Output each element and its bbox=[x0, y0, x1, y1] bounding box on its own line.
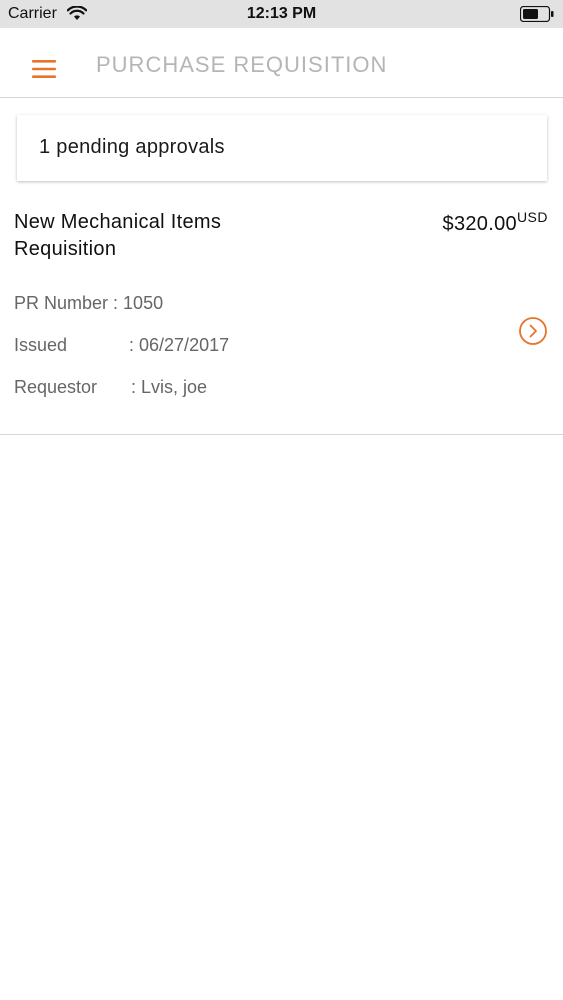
clock-label: 12:13 PM bbox=[246, 5, 317, 22]
page-title: PURCHASE REQUISITION bbox=[96, 52, 388, 77]
menu-button[interactable] bbox=[22, 48, 66, 86]
requestor-row: Requestor : Lvis, joe bbox=[14, 377, 207, 398]
requestor-value: : Lvis, joe bbox=[131, 377, 208, 397]
chevron-right-circle-icon[interactable] bbox=[518, 316, 548, 346]
pending-approvals-text: 1 pending approvals bbox=[39, 136, 225, 158]
issued-row: Issued : 06/27/2017 bbox=[14, 335, 229, 356]
screen: Carrier 12:13 PM PURCHASE REQUISITION 1 … bbox=[0, 0, 563, 1000]
requisition-amount: $320.00USD bbox=[443, 209, 548, 236]
issued-label: Issued bbox=[14, 335, 68, 355]
issued-value: : 06/27/2017 bbox=[129, 335, 230, 355]
status-bar: Carrier 12:13 PM bbox=[0, 0, 563, 28]
requisition-list-item[interactable]: New Mechanical Items Requisition $320.00… bbox=[0, 196, 563, 435]
amount-value: $320.00 bbox=[442, 213, 517, 235]
pr-number-label: PR Number bbox=[14, 293, 109, 313]
pending-approvals-card: 1 pending approvals bbox=[17, 115, 547, 181]
currency-code: USD bbox=[516, 209, 548, 225]
requestor-label: Requestor bbox=[14, 377, 98, 397]
requisition-title: New Mechanical Items Requisition bbox=[14, 211, 222, 260]
pr-number-value: : 1050 bbox=[113, 293, 164, 313]
hamburger-menu-icon bbox=[32, 60, 56, 78]
app-header: PURCHASE REQUISITION bbox=[0, 28, 563, 98]
battery-icon bbox=[520, 6, 554, 22]
pr-number-row: PR Number : 1050 bbox=[14, 293, 163, 314]
